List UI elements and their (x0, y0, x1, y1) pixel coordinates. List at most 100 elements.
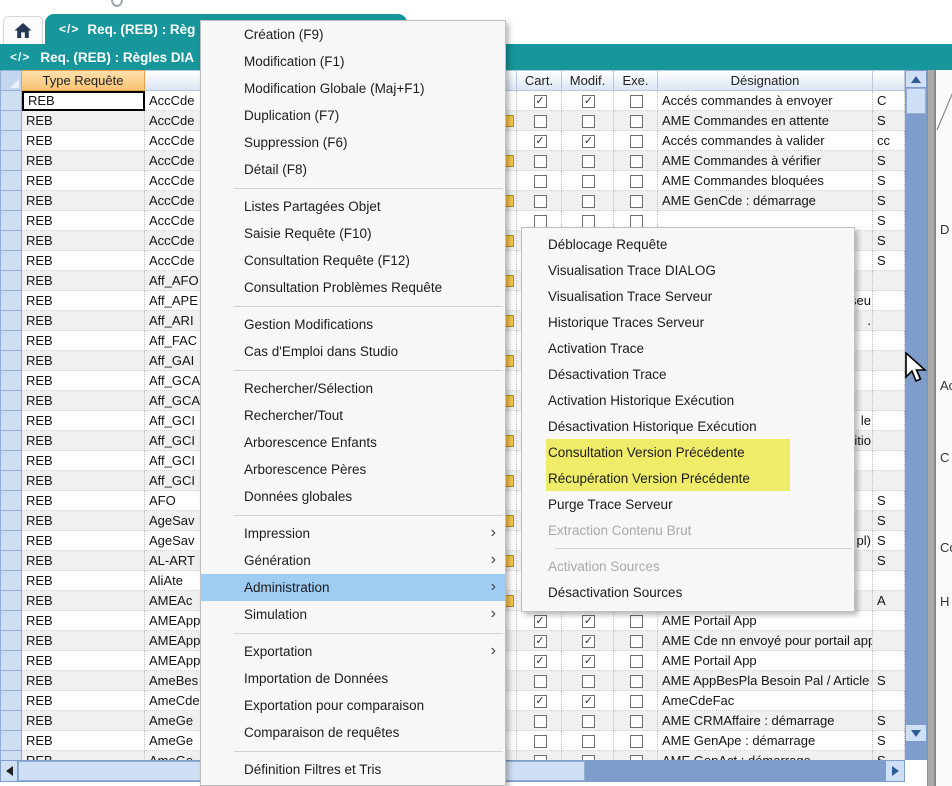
row-selector[interactable] (0, 451, 22, 471)
cell-type-requete[interactable]: REB (22, 731, 145, 751)
row-selector[interactable] (0, 171, 22, 191)
cell-type-requete[interactable]: REB (22, 311, 145, 331)
cell-type-requete[interactable]: REB (22, 471, 145, 491)
submenu-item-purge-trace-serveur[interactable]: Purge Trace Serveur (522, 491, 854, 517)
checkbox-cart[interactable] (534, 175, 547, 188)
row-selector[interactable] (0, 311, 22, 331)
row-selector[interactable] (0, 91, 22, 111)
cell-extra[interactable] (873, 351, 905, 371)
checkbox-modif[interactable] (582, 715, 595, 728)
row-selector[interactable] (0, 711, 22, 731)
cell-type-requete[interactable]: REB (22, 191, 145, 211)
submenu-item-visualisation-trace-serveur[interactable]: Visualisation Trace Serveur (522, 283, 854, 309)
row-selector[interactable] (0, 351, 22, 371)
cell-extra[interactable] (873, 631, 905, 651)
cell-extra[interactable]: C (873, 91, 905, 111)
column-header-type-requ-te[interactable]: Type Requête (22, 70, 145, 91)
menu-item-importation-de-donn-es[interactable]: Importation de Données (201, 665, 505, 692)
cell-type-requete[interactable]: REB (22, 571, 145, 591)
cell-designation[interactable]: AME GenApe : démarrage (658, 731, 873, 751)
cell-extra[interactable]: S (873, 751, 905, 760)
checkbox-cart[interactable] (534, 735, 547, 748)
checkbox-cart[interactable]: ✓ (534, 635, 547, 648)
checkbox-exe[interactable] (630, 175, 643, 188)
menu-item-donn-es-globales[interactable]: Données globales (201, 483, 505, 510)
checkbox-modif[interactable]: ✓ (582, 135, 595, 148)
cell-designation[interactable]: AME GenCde : démarrage (658, 191, 873, 211)
column-header-modif[interactable]: Modif. (562, 70, 614, 91)
cell-designation[interactable]: AME AppBesPla Besoin Pal / Article (658, 671, 873, 691)
menu-item-consultation-probl-mes-requ-te[interactable]: Consultation Problèmes Requête (201, 274, 505, 301)
menu-item-g-n-ration[interactable]: Génération› (201, 547, 505, 574)
cell-type-requete[interactable]: REB (22, 431, 145, 451)
checkbox-modif[interactable] (582, 195, 595, 208)
cell-extra[interactable] (873, 431, 905, 451)
menu-item-modification-f1[interactable]: Modification (F1) (201, 48, 505, 75)
checkbox-cart[interactable] (534, 115, 547, 128)
row-selector[interactable] (0, 591, 22, 611)
submenu-item-visualisation-trace-dialog[interactable]: Visualisation Trace DIALOG (522, 257, 854, 283)
checkbox-exe[interactable] (630, 715, 643, 728)
cell-type-requete[interactable]: REB (22, 151, 145, 171)
cell-designation[interactable]: AME GenAct : démarrage (658, 751, 873, 760)
menu-item-comparaison-de-requ-tes[interactable]: Comparaison de requêtes (201, 719, 505, 746)
cell-extra[interactable] (873, 691, 905, 711)
row-selector[interactable] (0, 431, 22, 451)
cell-type-requete[interactable]: REB (22, 131, 145, 151)
cell-extra[interactable] (873, 391, 905, 411)
row-selector[interactable] (0, 271, 22, 291)
cell-extra[interactable] (873, 331, 905, 351)
column-header-d-signation[interactable]: Désignation (658, 70, 873, 91)
scroll-left-button[interactable] (0, 760, 18, 782)
checkbox-exe[interactable] (630, 635, 643, 648)
cell-extra[interactable]: S (873, 151, 905, 171)
cell-type-requete[interactable]: REB (22, 351, 145, 371)
checkbox-exe[interactable] (630, 675, 643, 688)
cell-extra[interactable] (873, 471, 905, 491)
checkbox-modif[interactable]: ✓ (582, 95, 595, 108)
row-selector[interactable] (0, 471, 22, 491)
menu-item-modification-globale-maj-f1[interactable]: Modification Globale (Maj+F1) (201, 75, 505, 102)
cell-extra[interactable]: S (873, 111, 905, 131)
checkbox-modif[interactable]: ✓ (582, 635, 595, 648)
submenu-item-d-sactivation-trace[interactable]: Désactivation Trace (522, 361, 854, 387)
cell-extra[interactable] (873, 271, 905, 291)
cell-type-requete[interactable]: REB (22, 331, 145, 351)
menu-item-arborescence-p-res[interactable]: Arborescence Pères (201, 456, 505, 483)
vertical-scrollbar[interactable] (905, 70, 927, 760)
menu-item-impression[interactable]: Impression› (201, 520, 505, 547)
submenu-item-historique-traces-serveur[interactable]: Historique Traces Serveur (522, 309, 854, 335)
row-selector[interactable] (0, 731, 22, 751)
cell-extra[interactable]: S (873, 511, 905, 531)
cell-extra[interactable]: S (873, 671, 905, 691)
row-selector[interactable] (0, 291, 22, 311)
cell-designation[interactable]: AME Commandes bloquées (658, 171, 873, 191)
checkbox-exe[interactable] (630, 95, 643, 108)
cell-type-requete[interactable]: REB (22, 451, 145, 471)
cell-designation[interactable]: AME Commandes à vérifier (658, 151, 873, 171)
cell-extra[interactable]: S (873, 231, 905, 251)
cell-extra[interactable]: S (873, 731, 905, 751)
menu-item-simulation[interactable]: Simulation› (201, 601, 505, 628)
cell-extra[interactable]: cc (873, 131, 905, 151)
checkbox-exe[interactable] (630, 735, 643, 748)
cell-type-requete[interactable]: REB (22, 211, 145, 231)
cell-type-requete[interactable]: REB (22, 671, 145, 691)
menu-item-rechercher-tout[interactable]: Rechercher/Tout (201, 402, 505, 429)
column-header-cart[interactable]: Cart. (517, 70, 562, 91)
pane-splitter[interactable] (927, 70, 935, 786)
row-selector[interactable] (0, 151, 22, 171)
row-selector[interactable] (0, 531, 22, 551)
cell-extra[interactable] (873, 451, 905, 471)
cell-extra[interactable]: A (873, 591, 905, 611)
menu-item-gestion-modifications[interactable]: Gestion Modifications (201, 311, 505, 338)
row-selector[interactable] (0, 551, 22, 571)
checkbox-cart[interactable]: ✓ (534, 695, 547, 708)
checkbox-modif[interactable]: ✓ (582, 695, 595, 708)
cell-type-requete[interactable]: REB (22, 531, 145, 551)
checkbox-cart[interactable]: ✓ (534, 615, 547, 628)
menu-item-arborescence-enfants[interactable]: Arborescence Enfants (201, 429, 505, 456)
vertical-scroll-thumb[interactable] (906, 88, 926, 114)
cell-type-requete[interactable]: REB (22, 251, 145, 271)
cell-type-requete[interactable]: REB (22, 591, 145, 611)
